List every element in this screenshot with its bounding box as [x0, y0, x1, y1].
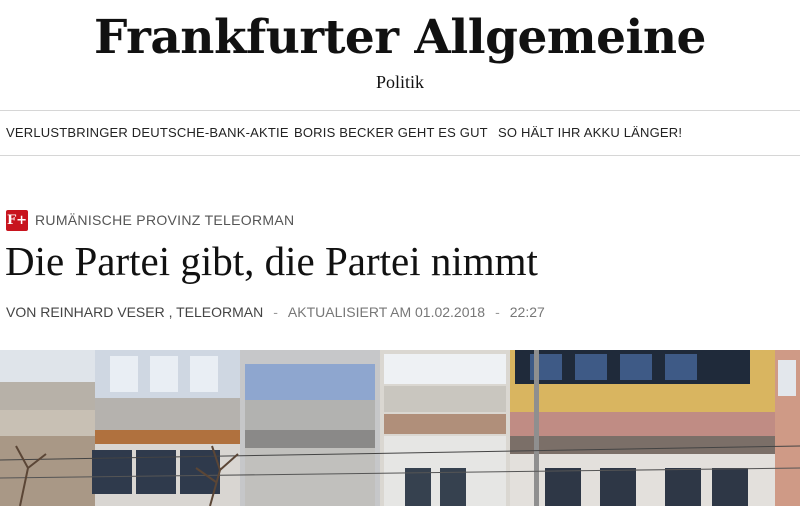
section-title[interactable]: Politik [0, 72, 800, 93]
nav-link-boris-becker[interactable]: BORIS BECKER GEHT ES GUT [294, 125, 488, 140]
site-logo[interactable]: Frankfurter Allgemeine [0, 8, 800, 68]
byline-separator: - [273, 304, 278, 320]
article-headline: Die Partei gibt, die Partei nimmt [5, 238, 538, 284]
author-link[interactable]: VON REINHARD VESER , TELEORMAN [6, 304, 263, 320]
masthead: Frankfurter Allgemeine Politik [0, 0, 800, 108]
nav-link-deutsche-bank[interactable]: VERLUSTBRINGER DEUTSCHE-BANK-AKTIE [6, 125, 289, 140]
updated-time: 22:27 [509, 304, 545, 320]
updated-date: AKTUALISIERT AM 01.02.2018 [287, 304, 486, 320]
kicker-text: RUMÄNISCHE PROVINZ TELEORMAN [35, 212, 295, 228]
fplus-badge-icon: F+ [6, 209, 28, 231]
article-byline: VON REINHARD VESER , TELEORMAN - AKTUALISI… [6, 304, 545, 320]
nav-link-akku[interactable]: SO HÄLT IHR AKKU LÄNGER! [498, 125, 682, 140]
article-kicker: F+ RUMÄNISCHE PROVINZ TELEORMAN [6, 209, 294, 231]
article-photo[interactable] [0, 350, 800, 506]
byline-separator: - [495, 304, 500, 320]
top-navigation: VERLUSTBRINGER DEUTSCHE-BANK-AKTIE BORIS… [0, 110, 800, 156]
apartment-building-illustration [0, 350, 800, 506]
